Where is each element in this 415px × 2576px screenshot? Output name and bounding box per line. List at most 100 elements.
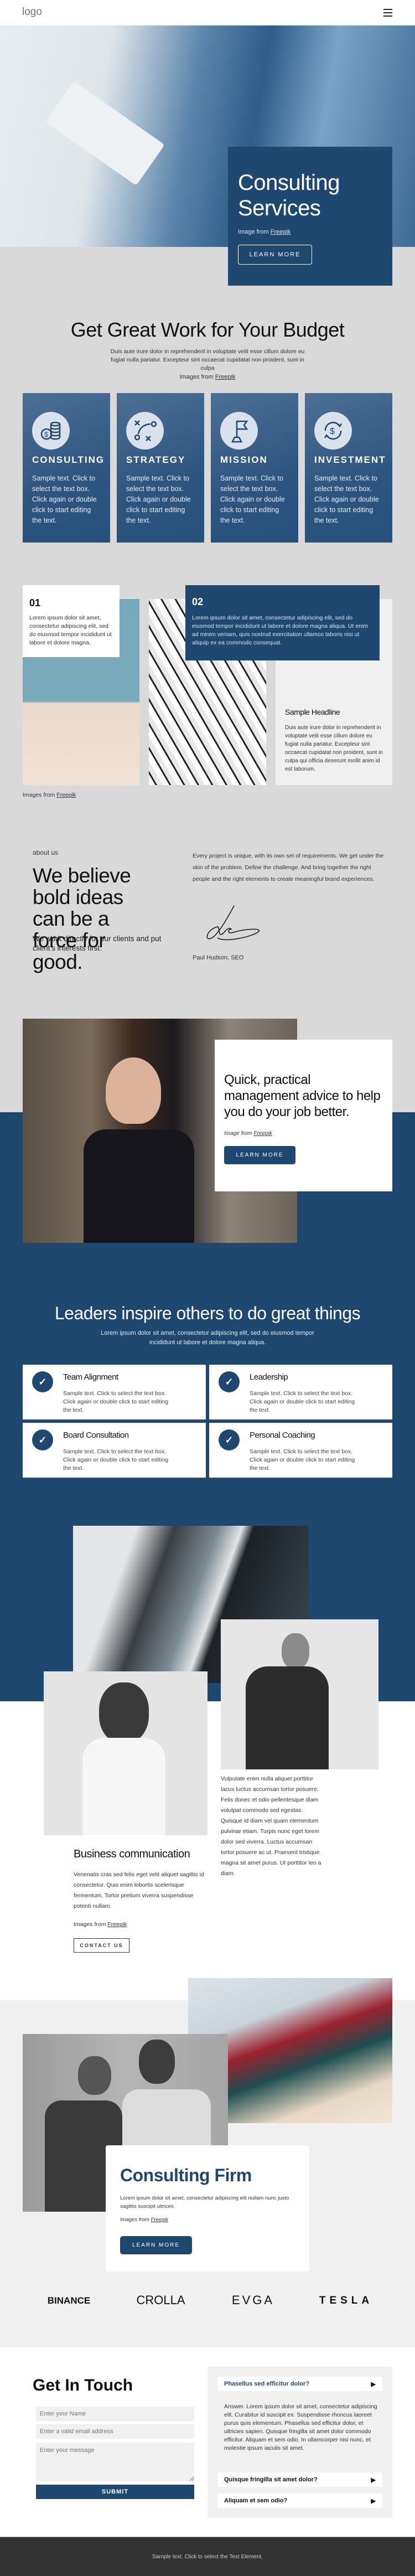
hero-credit: Image from Freepik	[238, 229, 290, 235]
hero-card: Consulting Services Image from Freepik L…	[228, 147, 392, 286]
leader-card-title: Personal Coaching	[250, 1431, 315, 1440]
step-text: Lorem ipsum dolor sit amet, consectetur …	[192, 615, 369, 646]
signer-name: Paul Hudson, SEO	[193, 954, 244, 961]
footer-text: Sample text. Click to select the Text El…	[152, 2554, 263, 2560]
check-icon: ✓	[219, 1429, 240, 1450]
headline-text: Duis aute irure dolor in reprehenderit i…	[285, 725, 383, 772]
about-subtitle: We work directly for our clients and put…	[33, 935, 162, 952]
sample-headline: Sample Headline	[285, 708, 340, 716]
feature-text: Sample text. Click to select the text bo…	[126, 474, 191, 524]
tesla-logo: TESLA	[319, 2295, 374, 2306]
feature-card-consulting: $ CONSULTING Sample text. Click to selec…	[23, 393, 110, 543]
message-input[interactable]	[36, 2443, 194, 2481]
leader-card-personal-coaching: ✓ Personal Coaching Sample text. Click t…	[209, 1423, 392, 1478]
hero-title-line: Services	[238, 196, 321, 220]
credit-prefix: Images from	[74, 1921, 106, 1928]
svg-text:$: $	[44, 430, 49, 438]
faq-item-3[interactable]: Aliquam et sem odio? ▶	[217, 2494, 382, 2508]
feature-title: CONSULTING	[32, 455, 105, 465]
step-number: 01	[29, 597, 41, 608]
hamburger-icon[interactable]	[383, 9, 392, 17]
advice-card: Quick, practical management advice to he…	[215, 1040, 392, 1191]
contact-title: Get In Touch	[33, 2376, 133, 2394]
binance-logo: BINANCE	[47, 2295, 91, 2306]
firm-title: Consulting Firm	[120, 2165, 252, 2185]
faq-question: Aliquam et sem odio?	[224, 2497, 288, 2504]
dollar-cycle-icon: $	[314, 412, 352, 450]
logo[interactable]: logo	[22, 6, 42, 18]
strategy-icon	[126, 412, 164, 450]
credit-prefix: Images from	[120, 2217, 149, 2223]
contact-us-button[interactable]: CONTACT US	[74, 1938, 129, 1953]
faq-item-1[interactable]: Phasellus sed efficitur dolor? ▶	[217, 2377, 382, 2391]
leader-card-text: Sample text. Click to select the text bo…	[63, 1390, 169, 1413]
leader-card-title: Board Consultation	[63, 1431, 129, 1440]
caret-right-icon: ▶	[371, 2381, 376, 2388]
firm-learn-more-button[interactable]: LEARN MORE	[120, 2236, 192, 2254]
leader-card-text: Sample text. Click to select the text bo…	[250, 1448, 355, 1472]
hero-title: Consulting Services	[238, 170, 340, 221]
leaders-title: Leaders inspire others to do great thing…	[54, 1303, 361, 1323]
budget-text: Duis aute irure dolor in reprehenderit i…	[110, 348, 305, 371]
leaders-text: Lorem ipsum dolor sit amet, consectetur …	[101, 1330, 314, 1346]
feature-title: MISSION	[220, 455, 268, 465]
coins-icon: $	[32, 412, 70, 450]
faq-question: Phasellus sed efficitur dolor?	[224, 2381, 310, 2387]
feature-card-investment: $ INVESTMENT Sample text. Click to selec…	[305, 393, 392, 543]
faq-question: Quisque fringilla sit amet dolor?	[224, 2476, 318, 2483]
crolla-logo: CROLLA	[136, 2293, 185, 2307]
check-icon: ✓	[219, 1371, 240, 1392]
business-side-text: Vulputate enim nulla aliquet porttitor l…	[221, 1775, 321, 1877]
feature-text: Sample text. Click to select the text bo…	[32, 474, 97, 524]
freepik-link[interactable]: Freepik	[215, 374, 236, 380]
feature-text: Sample text. Click to select the text bo…	[314, 474, 379, 524]
name-input[interactable]	[36, 2407, 194, 2421]
woman-pointing-image	[44, 1671, 208, 1835]
freepik-link[interactable]: Freepik	[107, 1921, 127, 1928]
about-title: We believe bold ideas can be a force for…	[33, 864, 131, 973]
feature-title: INVESTMENT	[314, 455, 386, 465]
credit-prefix: Image from	[238, 229, 269, 235]
freepik-link[interactable]: Freepik	[151, 2217, 168, 2223]
step-card-02: 02 Lorem ipsum dolor sit amet, consectet…	[185, 585, 380, 660]
firm-text: Lorem ipsum dolor sit amet, consectetur …	[120, 2195, 289, 2210]
leader-card-title: Team Alignment	[63, 1372, 118, 1382]
submit-button[interactable]: SUBMIT	[36, 2485, 194, 2499]
consulting-firm-card: Consulting Firm Lorem ipsum dolor sit am…	[106, 2145, 309, 2272]
header: logo	[0, 0, 415, 25]
freepik-link[interactable]: Freepik	[56, 792, 76, 798]
step-number: 02	[192, 596, 204, 607]
hero-learn-more-button[interactable]: LEARN MORE	[238, 245, 312, 265]
freepik-link[interactable]: Freepik	[253, 1130, 272, 1137]
svg-text:$: $	[330, 427, 335, 436]
leader-card-title: Leadership	[250, 1372, 288, 1382]
step-card-01: 01 Lorem ipsum dolor sit amet, consectet…	[23, 585, 120, 657]
business-text: Venenatis cras sed felis eget velit aliq…	[74, 1871, 204, 1909]
man-laptop-image	[221, 1619, 378, 1769]
advice-learn-more-button[interactable]: LEARN MORE	[224, 1146, 295, 1164]
check-icon: ✓	[32, 1371, 53, 1392]
leader-card-board-consultation: ✓ Board Consultation Sample text. Click …	[23, 1423, 206, 1478]
freepik-link[interactable]: Freepik	[271, 229, 291, 235]
signature-image	[206, 905, 260, 941]
budget-title: Get Great Work for Your Budget	[70, 318, 345, 341]
caret-right-icon: ▶	[371, 2497, 376, 2505]
credit-prefix: Images from	[179, 374, 214, 380]
feature-title: STRATEGY	[126, 455, 186, 465]
faq-item-2[interactable]: Quisque fringilla sit amet dolor? ▶	[217, 2472, 382, 2487]
business-title: Business communication	[74, 1848, 190, 1860]
advice-title: Quick, practical management advice to he…	[224, 1072, 381, 1119]
feature-card-strategy: STRATEGY Sample text. Click to select th…	[117, 393, 204, 543]
leader-card-text: Sample text. Click to select the text bo…	[250, 1390, 355, 1413]
credit-prefix: Image from	[224, 1130, 252, 1137]
about-label: about us	[33, 849, 59, 856]
step-text: Lorem ipsum dolor sit amet, consectetur …	[29, 615, 112, 646]
check-icon: ✓	[32, 1429, 53, 1450]
evga-logo: EVGA	[231, 2293, 275, 2307]
firm-credit: Images from Freepik	[120, 2217, 168, 2223]
credit-prefix: Images from	[23, 792, 55, 798]
leader-card-team-alignment: ✓ Team Alignment Sample text. Click to s…	[23, 1365, 206, 1419]
email-input[interactable]	[36, 2424, 194, 2439]
caret-right-icon: ▶	[371, 2476, 376, 2484]
flag-icon	[220, 412, 258, 450]
